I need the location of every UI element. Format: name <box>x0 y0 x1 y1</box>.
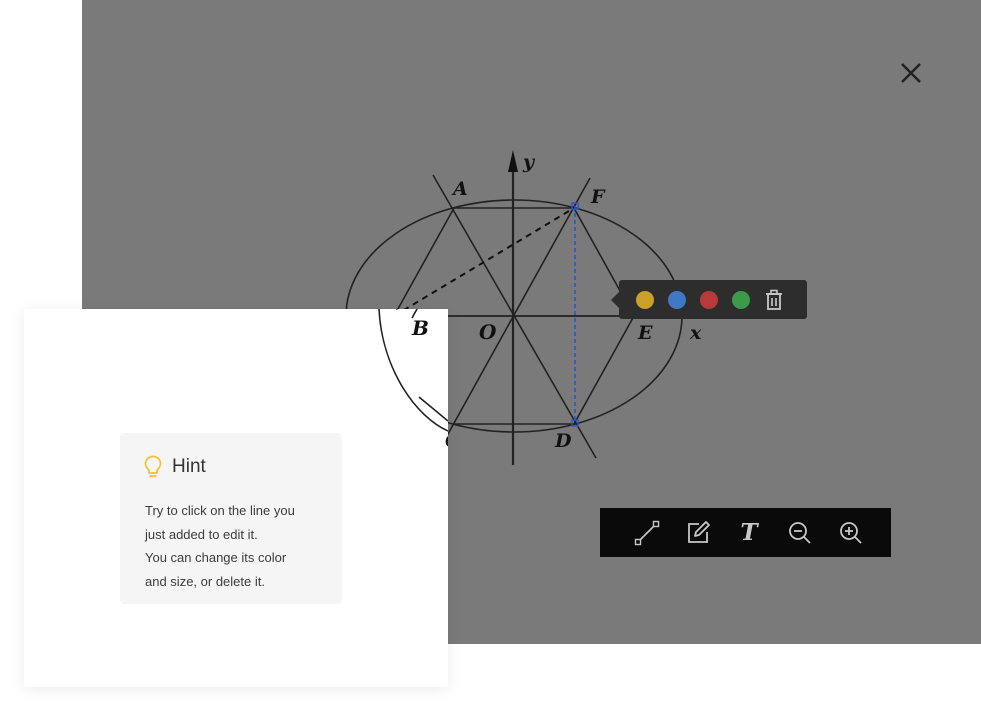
trash-icon[interactable] <box>764 289 784 311</box>
hint-panel: B C Hint Try to click on the line you ju… <box>24 309 448 687</box>
zoom-in-button[interactable] <box>837 519 865 547</box>
line-edit-popover <box>611 280 807 319</box>
edit-tool-button[interactable] <box>684 519 712 547</box>
y-axis-arrow <box>508 150 518 172</box>
line-tool-button[interactable] <box>633 519 661 547</box>
hint-line: just added to edit it. <box>145 526 258 542</box>
label-b: B <box>411 316 429 340</box>
drawing-toolbar: T <box>600 508 891 557</box>
label-c: C <box>445 430 448 452</box>
label-d: D <box>554 430 572 452</box>
hint-line: Try to click on the line you <box>145 503 295 518</box>
edit-icon <box>688 520 710 543</box>
label-a: A <box>451 178 468 200</box>
line-tool-icon <box>634 520 660 545</box>
zoom-out-button[interactable] <box>786 519 814 547</box>
label-o: O <box>479 320 497 344</box>
color-swatch-green[interactable] <box>732 290 750 309</box>
text-tool-icon: T <box>740 519 758 546</box>
hint-line: You can change its color <box>145 550 287 565</box>
hint-header: Hint <box>144 455 206 479</box>
segment-ab <box>393 207 455 317</box>
page: y A F x E O D T B Hint Try to click on t… <box>0 0 981 711</box>
dashed-segment-bf <box>393 207 575 317</box>
zoom-in-icon <box>840 521 862 544</box>
label-f: F <box>590 186 606 208</box>
label-x: x <box>689 322 702 344</box>
color-swatch-blue[interactable] <box>668 290 686 309</box>
hint-line: and size, or delete it. <box>145 573 265 589</box>
color-swatch-yellow[interactable] <box>636 290 654 309</box>
segment-ed <box>573 315 635 425</box>
hint-box: Hint Try to click on the line you just a… <box>120 433 342 604</box>
hint-text: Try to click on the line you just added … <box>145 499 335 593</box>
lightbulb-icon <box>144 455 162 477</box>
color-swatch-red[interactable] <box>700 290 718 309</box>
zoom-out-icon <box>789 521 811 544</box>
close-icon[interactable] <box>898 60 924 86</box>
hint-title: Hint <box>172 456 206 477</box>
text-tool-button[interactable]: T <box>735 519 763 547</box>
label-y: y <box>522 151 536 173</box>
label-e: E <box>637 322 653 344</box>
